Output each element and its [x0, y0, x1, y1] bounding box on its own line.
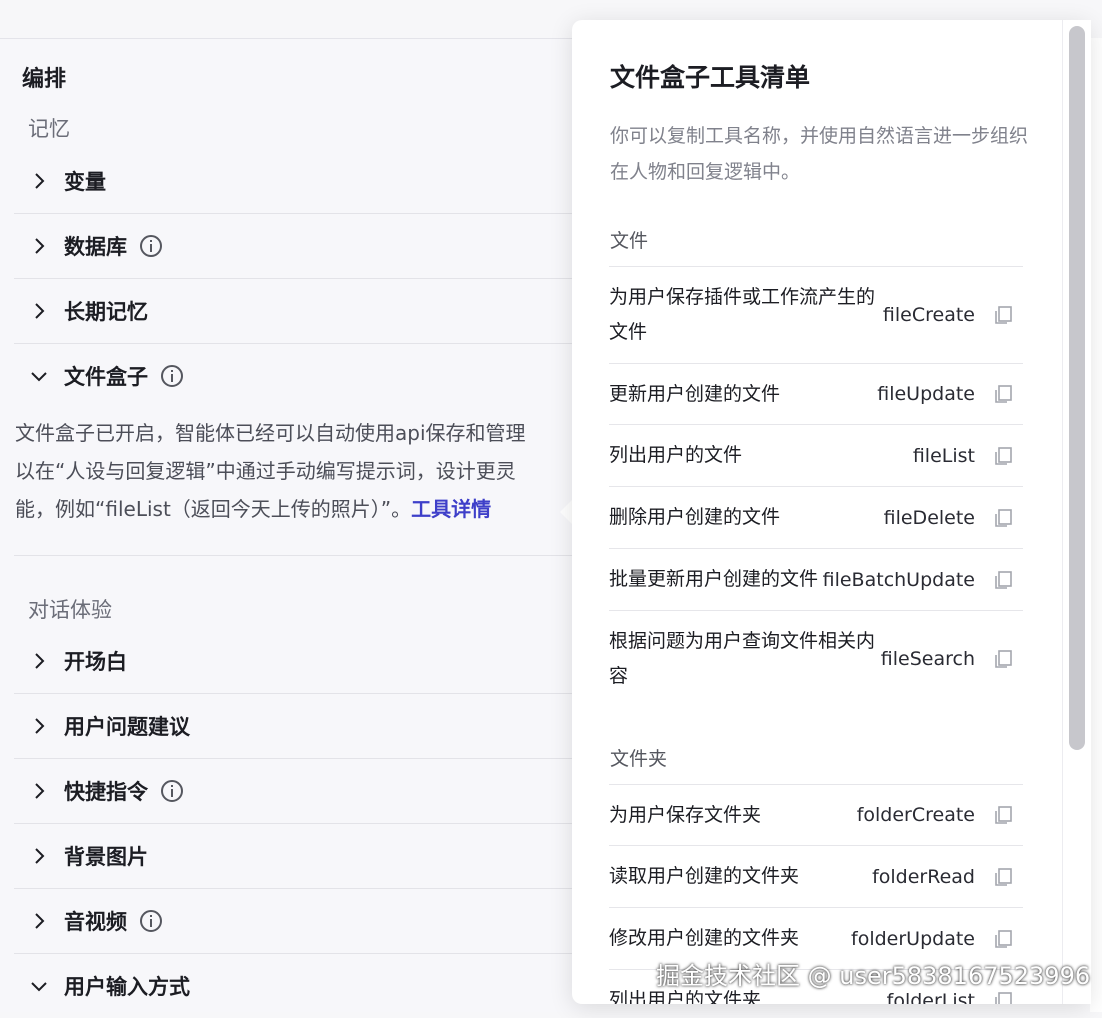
tool-description: 根据问题为用户查询文件相关内容 [609, 630, 876, 687]
collapse-item-input-method[interactable]: 用户输入方式 [14, 954, 590, 1018]
background-content-strip [1090, 38, 1102, 1012]
copy-icon[interactable] [993, 305, 1013, 325]
copy-icon[interactable] [993, 446, 1013, 466]
section-title: 编排 [22, 67, 67, 92]
tool-description: 修改用户创建的文件夹 [609, 927, 800, 949]
dialog-group-title: 对话体验 [28, 598, 112, 622]
info-icon[interactable] [160, 364, 184, 388]
desc-line: 能，例如“fileList（返回今天上传的照片）”。工具详情 [15, 497, 492, 521]
category-title-folder: 文件夹 [610, 748, 668, 770]
tool-row: 为用户保存文件夹 folderCreate [609, 784, 1023, 845]
tool-row: 更新用户创建的文件 fileUpdate [609, 363, 1023, 424]
chevron-right-icon [30, 172, 48, 190]
tool-description: 读取用户创建的文件夹 [609, 865, 800, 887]
collapse-item-question-suggestions[interactable]: 用户问题建议 [14, 694, 590, 759]
copy-icon[interactable] [993, 867, 1013, 887]
collapse-item-database[interactable]: 数据库 [14, 214, 590, 279]
tool-row: 根据问题为用户查询文件相关内容 fileSearch [609, 610, 1023, 707]
desc-line: 文件盒子已开启，智能体已经可以自动使用api保存和管理 [15, 421, 526, 445]
tool-id: folderRead [872, 865, 975, 888]
tool-id: fileDelete [883, 506, 975, 529]
copy-icon[interactable] [993, 384, 1013, 404]
file-box-description: 文件盒子已开启，智能体已经可以自动使用api保存和管理 以在“人设与回复逻辑”中… [15, 414, 575, 528]
collapse-item-file-box[interactable]: 文件盒子 [14, 344, 590, 408]
info-icon[interactable] [139, 909, 163, 933]
collapse-item-audio-video[interactable]: 音视频 [14, 889, 590, 954]
collapse-item-label: 文件盒子 [64, 365, 148, 389]
info-icon[interactable] [139, 234, 163, 258]
tool-id: folderUpdate [851, 927, 975, 950]
collapse-item-label: 开场白 [64, 650, 127, 674]
tool-row: 批量更新用户创建的文件 fileBatchUpdate [609, 548, 1023, 610]
tool-row: 读取用户创建的文件夹 folderRead [609, 845, 1023, 907]
copy-icon[interactable] [993, 805, 1013, 825]
watermark: 掘金技术社区 @ user5838167523996 [656, 962, 1091, 990]
category-title-file: 文件 [610, 230, 649, 252]
collapse-item-label: 数据库 [64, 235, 127, 259]
chevron-down-icon [30, 367, 48, 385]
collapse-item-label: 用户输入方式 [64, 975, 190, 999]
copy-icon[interactable] [993, 991, 1013, 1004]
chevron-right-icon [30, 237, 48, 255]
divider [14, 555, 590, 556]
chevron-right-icon [30, 302, 48, 320]
tool-id: folderCreate [856, 804, 975, 826]
tool-row: 为用户保存插件或工作流产生的文件 fileCreate [609, 266, 1023, 363]
copy-icon[interactable] [993, 570, 1013, 590]
collapse-item-opening[interactable]: 开场白 [14, 629, 590, 694]
tool-list-popover: 文件盒子工具清单 你可以复制工具名称，并使用自然语言进一步组织在人物和回复逻辑中… [572, 20, 1090, 1004]
collapse-item-variables[interactable]: 变量 [14, 149, 590, 214]
chevron-right-icon [30, 782, 48, 800]
chevron-right-icon [30, 717, 48, 735]
tool-description: 删除用户创建的文件 [609, 506, 781, 528]
tool-id: fileCreate [882, 304, 975, 326]
tool-id: fileBatchUpdate [822, 568, 975, 591]
copy-icon[interactable] [993, 508, 1013, 528]
tool-description: 更新用户创建的文件 [609, 382, 781, 405]
collapse-item-label: 背景图片 [64, 845, 148, 869]
copy-icon[interactable] [993, 649, 1013, 669]
collapse-item-label: 用户问题建议 [64, 715, 190, 739]
tool-detail-link[interactable]: 工具详情 [411, 497, 491, 521]
tool-id: fileSearch [880, 648, 975, 670]
popover-description: 你可以复制工具名称，并使用自然语言进一步组织在人物和回复逻辑中。 [610, 125, 1029, 183]
collapse-item-shortcuts[interactable]: 快捷指令 [14, 759, 590, 824]
collapse-item-label: 长期记忆 [64, 300, 148, 324]
tool-description: 列出用户的文件 [609, 444, 743, 466]
copy-icon[interactable] [993, 929, 1013, 949]
tool-id: fileList [912, 444, 975, 467]
collapse-item-label: 变量 [64, 170, 106, 194]
tool-row: 删除用户创建的文件 fileDelete [609, 486, 1023, 548]
popover-scrollbar-thumb[interactable] [1069, 26, 1085, 750]
collapse-item-label: 音视频 [64, 910, 127, 934]
popover-arrow [560, 500, 572, 524]
chevron-right-icon [30, 847, 48, 865]
tool-id: folderList [886, 989, 975, 1005]
tool-description: 为用户保存插件或工作流产生的文件 [609, 286, 876, 343]
collapse-item-background-image[interactable]: 背景图片 [14, 824, 590, 889]
chevron-down-icon [30, 977, 48, 995]
chevron-right-icon [30, 912, 48, 930]
tool-description: 批量更新用户创建的文件 [609, 568, 819, 590]
tool-row: 列出用户的文件 fileList [609, 424, 1023, 486]
chevron-right-icon [30, 652, 48, 670]
tool-description: 为用户保存文件夹 [609, 803, 762, 826]
memory-group-title: 记忆 [28, 117, 70, 141]
popover-title: 文件盒子工具清单 [610, 63, 811, 92]
info-icon[interactable] [160, 779, 184, 803]
desc-line: 以在“人设与回复逻辑”中通过手动编写提示词，设计更灵 [15, 459, 516, 483]
tool-id: fileUpdate [877, 383, 975, 405]
collapse-item-long-term-memory[interactable]: 长期记忆 [14, 279, 590, 344]
orchestration-panel: 编排 记忆 变量 数据库 长期记忆 文件盒子 文件盒子已开启，智能体已经可以自动… [0, 39, 590, 1012]
collapse-item-label: 快捷指令 [64, 780, 148, 804]
